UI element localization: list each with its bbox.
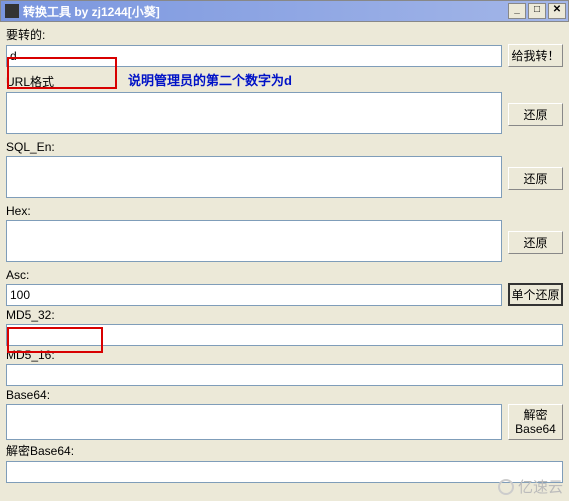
watermark-icon (498, 479, 514, 495)
url-restore-button[interactable]: 还原 (508, 103, 563, 126)
hex-restore-button[interactable]: 还原 (508, 231, 563, 254)
window-buttons: _ □ ✕ (508, 3, 566, 19)
sqlen-restore-button[interactable]: 还原 (508, 167, 563, 190)
md532-label: MD5_32: (6, 308, 563, 322)
decb64-field[interactable] (6, 461, 563, 483)
content-area: 要转的: 给我转！ URL格式 还原 SQL_En: 还原 Hex: 还原 As… (0, 22, 569, 487)
url-field[interactable] (6, 92, 502, 134)
sqlen-label: SQL_En: (6, 140, 502, 154)
window-titlebar: 转换工具 by zj1244[小葵] _ □ ✕ (0, 0, 569, 22)
md532-field[interactable] (6, 324, 563, 346)
base64-decrypt-button[interactable]: 解密Base64 (508, 404, 563, 440)
watermark-text: 亿速云 (518, 476, 563, 497)
md516-field[interactable] (6, 364, 563, 386)
app-icon (5, 4, 19, 18)
asc-label: Asc: (6, 268, 502, 282)
base64-label: Base64: (6, 388, 502, 402)
sqlen-field[interactable] (6, 156, 502, 198)
decb64-label: 解密Base64: (6, 442, 563, 459)
base64-field[interactable] (6, 404, 502, 440)
hex-field[interactable] (6, 220, 502, 262)
md516-label: MD5_16: (6, 348, 563, 362)
hex-label: Hex: (6, 204, 502, 218)
watermark: 亿速云 (498, 476, 563, 497)
close-button[interactable]: ✕ (548, 3, 566, 19)
asc-restore-button[interactable]: 单个还原 (508, 283, 563, 306)
asc-field[interactable] (6, 284, 502, 306)
input-label: 要转的: (6, 26, 502, 43)
url-label: URL格式 (6, 73, 502, 90)
window-title: 转换工具 by zj1244[小葵] (23, 3, 508, 20)
input-field[interactable] (6, 45, 502, 67)
minimize-button[interactable]: _ (508, 3, 526, 19)
convert-button[interactable]: 给我转！ (508, 44, 563, 67)
maximize-button[interactable]: □ (528, 3, 546, 19)
